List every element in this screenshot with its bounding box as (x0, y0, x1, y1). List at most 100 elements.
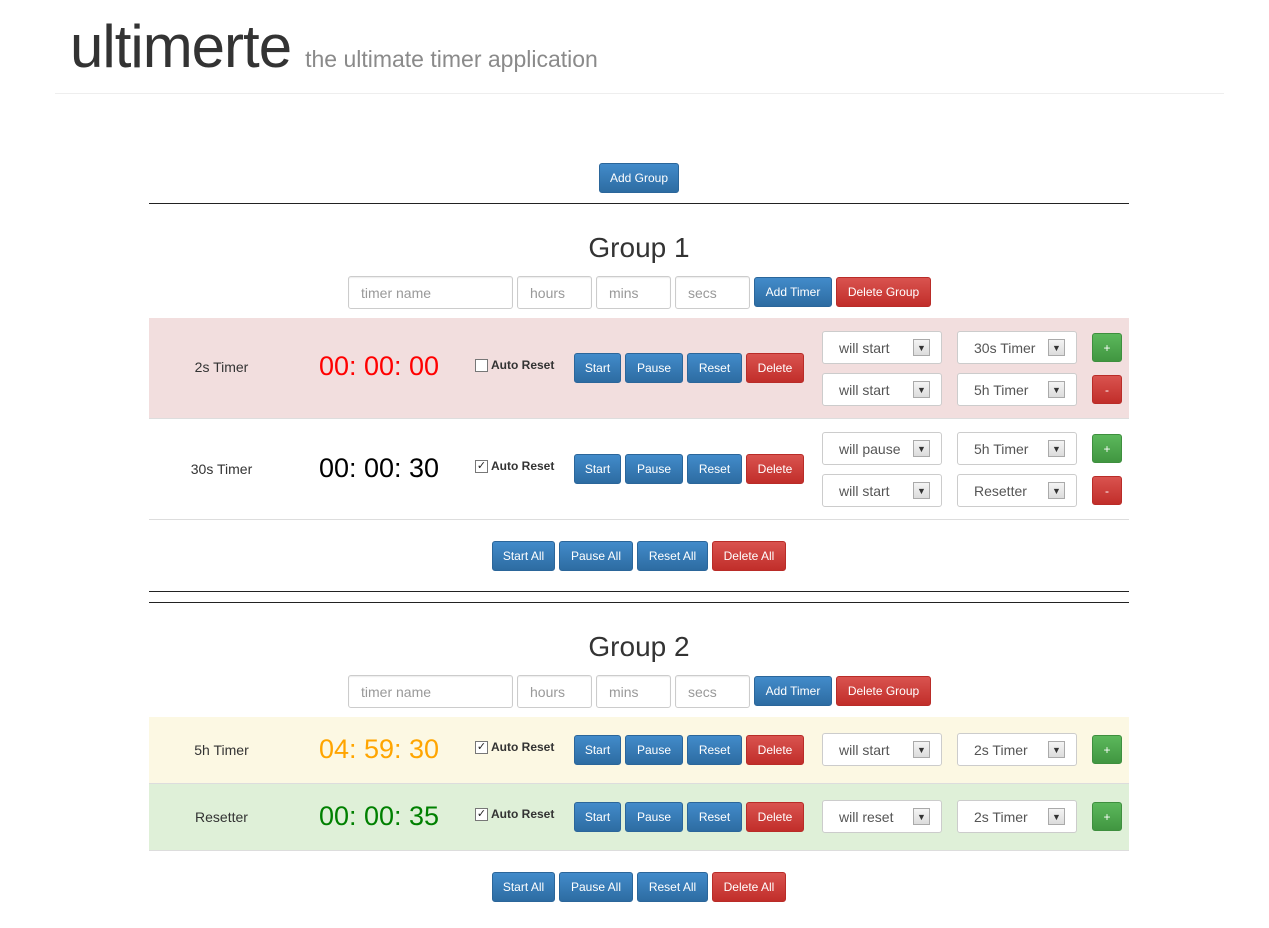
rule-action-select[interactable]: will reset ▼ (822, 800, 942, 833)
rule-target-select[interactable]: 2s Timer ▼ (957, 800, 1077, 833)
reset-all-button[interactable]: Reset All (637, 541, 708, 571)
auto-reset-label: Auto Reset (491, 740, 555, 754)
auto-reset-checkbox[interactable]: ✓ (475, 459, 488, 473)
pause-all-button[interactable]: Pause All (559, 541, 633, 571)
delete-button[interactable]: Delete (746, 454, 804, 484)
timer-name: 30s Timer (190, 461, 253, 477)
start-button[interactable]: Start (574, 735, 621, 765)
remove-rule-button[interactable]: - (1092, 375, 1122, 404)
add-group-button[interactable]: Add Group (599, 163, 679, 193)
chevron-down-icon: ▼ (913, 808, 930, 825)
rule-target-value: 2s Timer (974, 741, 1028, 758)
reset-all-button[interactable]: Reset All (637, 872, 708, 902)
pause-button[interactable]: Pause (625, 454, 683, 484)
rule-target-select[interactable]: 5h Timer ▼ (957, 432, 1077, 465)
rule-target-value: 30s Timer (974, 339, 1036, 356)
add-timer-button[interactable]: Add Timer (754, 277, 832, 307)
rule-target-value: 2s Timer (974, 808, 1028, 825)
rule-target-select[interactable]: 5h Timer ▼ (957, 373, 1077, 406)
auto-reset-toggle[interactable]: ✓ Auto Reset (475, 807, 554, 821)
rule-target-select[interactable]: 30s Timer ▼ (957, 331, 1077, 364)
secs-input[interactable] (675, 675, 750, 708)
reset-button[interactable]: Reset (687, 735, 742, 765)
start-all-button[interactable]: Start All (492, 872, 555, 902)
rule-action-value: will pause (839, 440, 901, 457)
rule-action-select[interactable]: will start ▼ (822, 474, 942, 507)
delete-all-button[interactable]: Delete All (712, 872, 786, 902)
timer-display: 00: 00: 35 (318, 801, 440, 831)
auto-reset-toggle[interactable]: Auto Reset (475, 358, 554, 372)
timer-row: 5h Timer 04: 59: 30 ✓ Auto Reset Start P… (149, 717, 1129, 784)
mins-input[interactable] (596, 675, 671, 708)
add-timer-button[interactable]: Add Timer (754, 676, 832, 706)
rule-target-select[interactable]: Resetter ▼ (957, 474, 1077, 507)
secs-input[interactable] (675, 276, 750, 309)
divider (149, 203, 1129, 204)
rule-target-select[interactable]: 2s Timer ▼ (957, 733, 1077, 766)
chevron-down-icon: ▼ (913, 440, 930, 457)
timer-display: 00: 00: 00 (318, 351, 440, 381)
hours-input[interactable] (517, 675, 592, 708)
hours-input[interactable] (517, 276, 592, 309)
rule-action-value: will start (839, 482, 890, 499)
delete-button[interactable]: Delete (746, 735, 804, 765)
group-title: Group 2 (588, 631, 690, 662)
delete-button[interactable]: Delete (746, 353, 804, 383)
chevron-down-icon: ▼ (913, 741, 930, 758)
timer-name: 2s Timer (194, 359, 249, 375)
add-rule-button[interactable]: + (1092, 434, 1122, 463)
pause-button[interactable]: Pause (625, 735, 683, 765)
chevron-down-icon: ▼ (1048, 482, 1065, 499)
pause-all-button[interactable]: Pause All (559, 872, 633, 902)
add-rule-button[interactable]: + (1092, 802, 1122, 831)
delete-group-button[interactable]: Delete Group (836, 277, 931, 307)
auto-reset-checkbox[interactable]: ✓ (475, 807, 488, 821)
auto-reset-label: Auto Reset (491, 358, 555, 372)
add-rule-button[interactable]: + (1092, 333, 1122, 362)
timer-name-input[interactable] (348, 276, 513, 309)
rule-target-value: Resetter (974, 482, 1027, 499)
start-button[interactable]: Start (574, 353, 621, 383)
rule-action-select[interactable]: will start ▼ (822, 733, 942, 766)
auto-reset-label: Auto Reset (491, 459, 555, 473)
auto-reset-checkbox[interactable]: ✓ (475, 740, 488, 754)
reset-button[interactable]: Reset (687, 353, 742, 383)
pause-button[interactable]: Pause (625, 802, 683, 832)
timer-row: Resetter 00: 00: 35 ✓ Auto Reset Start P… (149, 784, 1129, 851)
reset-button[interactable]: Reset (687, 454, 742, 484)
mins-input[interactable] (596, 276, 671, 309)
chevron-down-icon: ▼ (1048, 339, 1065, 356)
rule-target-value: 5h Timer (974, 381, 1029, 398)
group-title: Group 1 (588, 232, 690, 263)
rule-action-select[interactable]: will start ▼ (822, 331, 942, 364)
delete-all-button[interactable]: Delete All (712, 541, 786, 571)
chevron-down-icon: ▼ (1048, 381, 1065, 398)
start-button[interactable]: Start (574, 454, 621, 484)
reset-button[interactable]: Reset (687, 802, 742, 832)
auto-reset-label: Auto Reset (491, 807, 555, 821)
delete-button[interactable]: Delete (746, 802, 804, 832)
chevron-down-icon: ▼ (1048, 808, 1065, 825)
start-all-button[interactable]: Start All (492, 541, 555, 571)
divider (149, 591, 1129, 592)
auto-reset-toggle[interactable]: ✓ Auto Reset (475, 740, 554, 754)
timer-row: 2s Timer 00: 00: 00 Auto Reset Start Pau… (149, 318, 1129, 419)
timer-name-input[interactable] (348, 675, 513, 708)
timer-name: 5h Timer (194, 742, 249, 758)
auto-reset-toggle[interactable]: ✓ Auto Reset (475, 459, 554, 473)
chevron-down-icon: ▼ (1048, 440, 1065, 457)
rule-action-select[interactable]: will start ▼ (822, 373, 942, 406)
rule-target-value: 5h Timer (974, 440, 1029, 457)
rule-action-select[interactable]: will pause ▼ (822, 432, 942, 465)
header-divider (55, 93, 1224, 94)
start-button[interactable]: Start (574, 802, 621, 832)
remove-rule-button[interactable]: - (1092, 476, 1122, 505)
chevron-down-icon: ▼ (913, 339, 930, 356)
app-title: ultimerte (70, 13, 292, 80)
auto-reset-checkbox[interactable] (475, 358, 488, 372)
chevron-down-icon: ▼ (913, 482, 930, 499)
add-rule-button[interactable]: + (1092, 735, 1122, 764)
app-header: ultimerte the ultimate timer application (70, 12, 598, 81)
pause-button[interactable]: Pause (625, 353, 683, 383)
delete-group-button[interactable]: Delete Group (836, 676, 931, 706)
